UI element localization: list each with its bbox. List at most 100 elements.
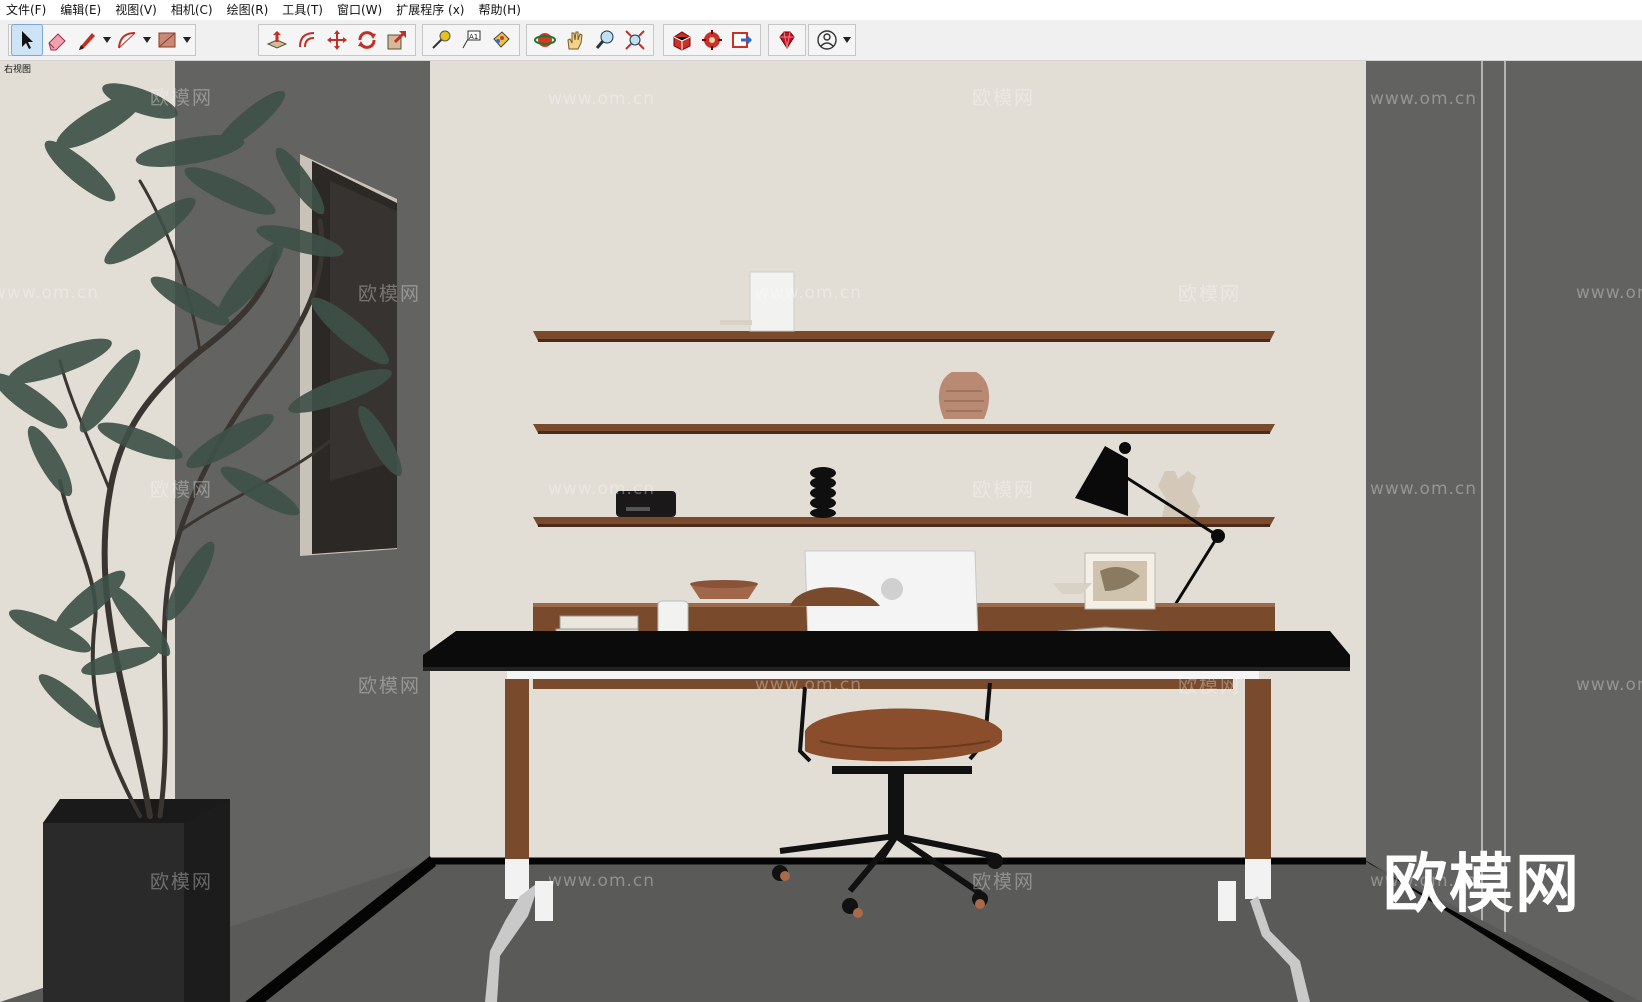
watermark-url: www.om.cn [1370,479,1478,499]
ruby-console-button[interactable] [772,25,802,55]
toolbar-group-warehouse [663,24,761,56]
toolbar-group-camera [526,24,654,56]
watermark-logo: 欧模网 [1383,848,1581,922]
toolbar-group-edit [258,24,416,56]
3d-viewport[interactable]: 右视图 欧模网 www.om.cn 欧模网 www.om.cn www.om.c… [0,61,1642,1002]
menu-view[interactable]: 视图(V) [108,0,164,20]
watermark: 欧模网 [972,479,1036,501]
account-button[interactable] [812,25,842,55]
watermark-url: www.om.cn [548,871,656,891]
desk-rail-wood [533,679,1233,689]
extension-warehouse-icon [702,30,722,50]
watermark-url: www.om.cn [1576,675,1642,695]
watermark: 欧模网 [358,283,422,305]
scene-label: 右视图 [4,65,32,75]
select-tool-button[interactable] [11,24,43,56]
watermark: 欧模网 [150,479,214,501]
desk-leg-right [1245,679,1271,859]
extension-warehouse-button[interactable] [697,25,727,55]
mug [657,600,689,637]
text-icon: A1 [462,30,481,49]
watermark-url: www.om.cn [548,479,656,499]
arc-icon [118,32,136,49]
eraser-tool-button[interactable] [42,25,72,55]
text-tool-button[interactable]: A1 [456,25,486,55]
pencil-icon [79,33,95,50]
pan-icon [567,31,583,50]
send-to-layout-button[interactable] [727,25,757,55]
rectangle-tool-button[interactable] [152,25,182,55]
move-icon [327,30,347,50]
watermark-url: www.om.cn [755,283,863,303]
tape-measure-icon [432,30,451,49]
select-icon [22,31,33,49]
toolbar-group-construct: A1 [422,24,520,56]
menu-extensions[interactable]: 扩展程序 (x) [389,0,471,20]
watermark: 欧模网 [150,87,214,109]
menu-help[interactable]: 帮助(H) [471,0,527,20]
plant-pot-side [184,799,230,1002]
desk-foot-right-block [1218,881,1236,921]
tape-measure-tool-button[interactable] [426,25,456,55]
rotate-icon [358,31,376,49]
scale-icon [387,30,407,50]
svg-text:A1: A1 [469,33,478,41]
arc-dropdown[interactable] [142,25,152,55]
zoom-tool-button[interactable] [590,25,620,55]
watermark: 欧模网 [358,675,422,697]
scale-tool-button[interactable] [382,25,412,55]
move-tool-button[interactable] [322,25,352,55]
rotate-tool-button[interactable] [352,25,382,55]
zoom-extents-icon [625,30,645,50]
chevron-down-icon [843,37,851,43]
watermark: 欧模网 [1178,283,1242,305]
menu-draw[interactable]: 绘图(R) [220,0,276,20]
zoom-extents-tool-button[interactable] [620,25,650,55]
push-pull-tool-button[interactable] [262,25,292,55]
offset-tool-button[interactable] [292,25,322,55]
desk-leg-left [505,679,529,859]
desk-leg-right-white [1245,859,1271,899]
arc-tool-button[interactable] [112,25,142,55]
eraser-icon [48,33,66,51]
menu-window[interactable]: 窗口(W) [330,0,389,20]
watermark-url: www.om.cn [1576,283,1642,303]
pencil-dropdown[interactable] [102,25,112,55]
account-icon [817,30,837,50]
send-to-layout-icon [732,32,752,48]
menu-tools[interactable]: 工具(T) [275,0,330,20]
pencil-tool-button[interactable] [72,25,102,55]
desk-rail-white [507,671,1259,679]
rectangle-dropdown[interactable] [182,25,192,55]
warehouse-button[interactable] [667,25,697,55]
offset-icon [299,32,315,48]
shelf-radio-dial [626,507,650,511]
watermark-url: www.om.cn [1370,89,1478,109]
watermark: 欧模网 [972,871,1036,893]
watermark-url: www.om.cn [0,283,100,303]
watermark-url: www.om.cn [755,675,863,695]
toolbar-group-account [808,24,856,56]
watermark: 欧模网 [150,871,214,893]
paint-bucket-tool-button[interactable] [486,25,516,55]
menu-camera[interactable]: 相机(C) [164,0,220,20]
orbit-tool-button[interactable] [530,25,560,55]
chevron-down-icon [183,37,191,43]
menu-file[interactable]: 文件(F) [0,0,53,20]
watermark: 欧模网 [1178,675,1242,697]
ruby-icon [779,31,795,49]
chevron-down-icon [103,37,111,43]
account-dropdown[interactable] [842,25,852,55]
watermark-url: www.om.cn [548,89,656,109]
toolbar-group-draw [8,24,196,56]
paint-bucket-icon [493,31,510,48]
toolbar: A1 [0,20,1642,61]
book-stack [559,615,639,631]
warehouse-icon [673,31,691,51]
vase [938,372,990,419]
desk-top [423,631,1350,669]
rectangle-icon [158,32,176,48]
menu-edit[interactable]: 编辑(E) [53,0,108,20]
watermark: 欧模网 [972,87,1036,109]
pan-tool-button[interactable] [560,25,590,55]
